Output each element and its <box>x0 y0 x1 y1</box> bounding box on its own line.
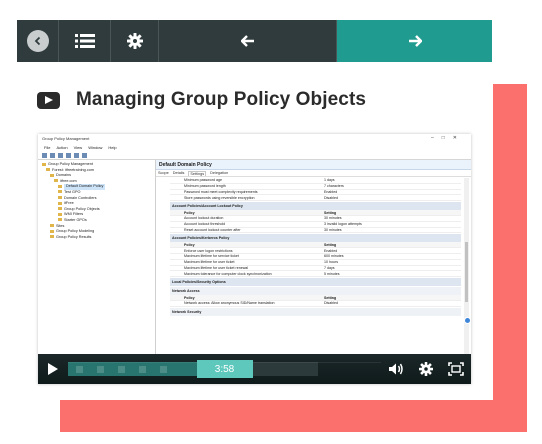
previous-lesson-button[interactable] <box>159 20 337 62</box>
window-controls: –□✕ <box>431 135 465 141</box>
console-tree: Group Policy Management Forest: itfreetr… <box>38 160 156 354</box>
chevron-left-circle-icon <box>26 30 49 52</box>
report-scrollbar[interactable] <box>464 178 469 354</box>
detail-pane: Default Domain Policy Scope Details Sett… <box>156 160 471 354</box>
decor-bar-right <box>493 84 527 432</box>
player-settings-button[interactable] <box>411 354 441 384</box>
tab-details: Details <box>172 171 185 175</box>
setting-row: Network access: Allow anonymous SID/Name… <box>170 301 461 307</box>
toolbar-icon <box>50 152 55 158</box>
toolbar-icon <box>82 152 87 158</box>
decor-bar-bottom <box>60 400 527 432</box>
volume-button[interactable] <box>381 354 411 384</box>
gear-icon <box>126 33 143 49</box>
menu-item-window: Window <box>88 144 103 150</box>
volume-icon <box>389 363 403 375</box>
window-title: Group Policy Management <box>42 136 90 141</box>
settings-report: Minimum password age 1 days Minimum passw… <box>170 178 461 354</box>
video-play-icon <box>37 91 60 109</box>
tree-item: Group Policy Results <box>42 235 155 241</box>
video-player[interactable]: Group Policy Management –□✕ File Action … <box>38 134 471 384</box>
next-lesson-button[interactable] <box>337 20 492 62</box>
toolbar-icon <box>58 152 63 158</box>
list-icon <box>74 34 95 48</box>
toolbar-icon <box>66 152 71 158</box>
menu-bar: File Action View Window Help <box>38 143 471 151</box>
tab-delegation: Delegation <box>210 171 229 175</box>
lesson-page: Managing Group Policy Objects Group Poli… <box>0 0 542 444</box>
lesson-nav-bar <box>17 20 492 62</box>
page-title: Managing Group Policy Objects <box>76 89 367 110</box>
window-title-bar: Group Policy Management –□✕ <box>38 134 471 143</box>
gpo-tabs: Scope Details Settings Delegation <box>156 170 471 177</box>
section-header: Local Policies/Security Options <box>170 278 461 287</box>
mmc-panes: Group Policy Management Forest: itfreetr… <box>38 160 471 354</box>
player-controls: 3:58 <box>38 354 471 384</box>
arrow-right-icon <box>408 35 422 47</box>
toolbar-icon <box>74 152 79 158</box>
mmc-toolbar <box>38 151 471 160</box>
current-time: 3:58 <box>196 360 253 378</box>
toolbar-icon <box>42 152 47 158</box>
setting-row: Maximum tolerance for computer clock syn… <box>170 271 461 278</box>
subsection-header: Network Access <box>170 287 461 296</box>
menu-item-action: Action <box>56 144 68 150</box>
back-button[interactable] <box>17 20 59 62</box>
tab-settings: Settings <box>188 170 207 176</box>
section-header: Account Policies/Account Lockout Policy <box>170 202 461 211</box>
play-button[interactable] <box>38 354 68 384</box>
scroll-indicator-icon <box>464 317 471 324</box>
lesson-heading: Managing Group Policy Objects <box>37 89 366 111</box>
gear-icon <box>419 362 433 376</box>
arrow-left-icon <box>240 35 254 47</box>
setting-row: Store passwords using reversible encrypt… <box>170 195 461 202</box>
menu-item-help: Help <box>108 144 117 150</box>
section-header: Account Policies/Kerberos Policy <box>170 234 461 243</box>
fullscreen-button[interactable] <box>441 354 471 384</box>
lesson-list-button[interactable] <box>59 20 111 62</box>
fullscreen-icon <box>448 362 464 376</box>
menu-item-file: File <box>44 144 51 150</box>
tab-scope: Scope <box>158 171 169 175</box>
subsection-header: Network Security <box>170 307 461 316</box>
progress-bar[interactable]: 3:58 <box>68 354 381 384</box>
setting-row: Reset account lockout counter after 30 mi… <box>170 228 461 234</box>
settings-button[interactable] <box>111 20 159 62</box>
menu-item-view: View <box>73 144 83 150</box>
scrollbar-thumb[interactable] <box>465 242 468 302</box>
gpo-title: Default Domain Policy <box>156 160 471 170</box>
